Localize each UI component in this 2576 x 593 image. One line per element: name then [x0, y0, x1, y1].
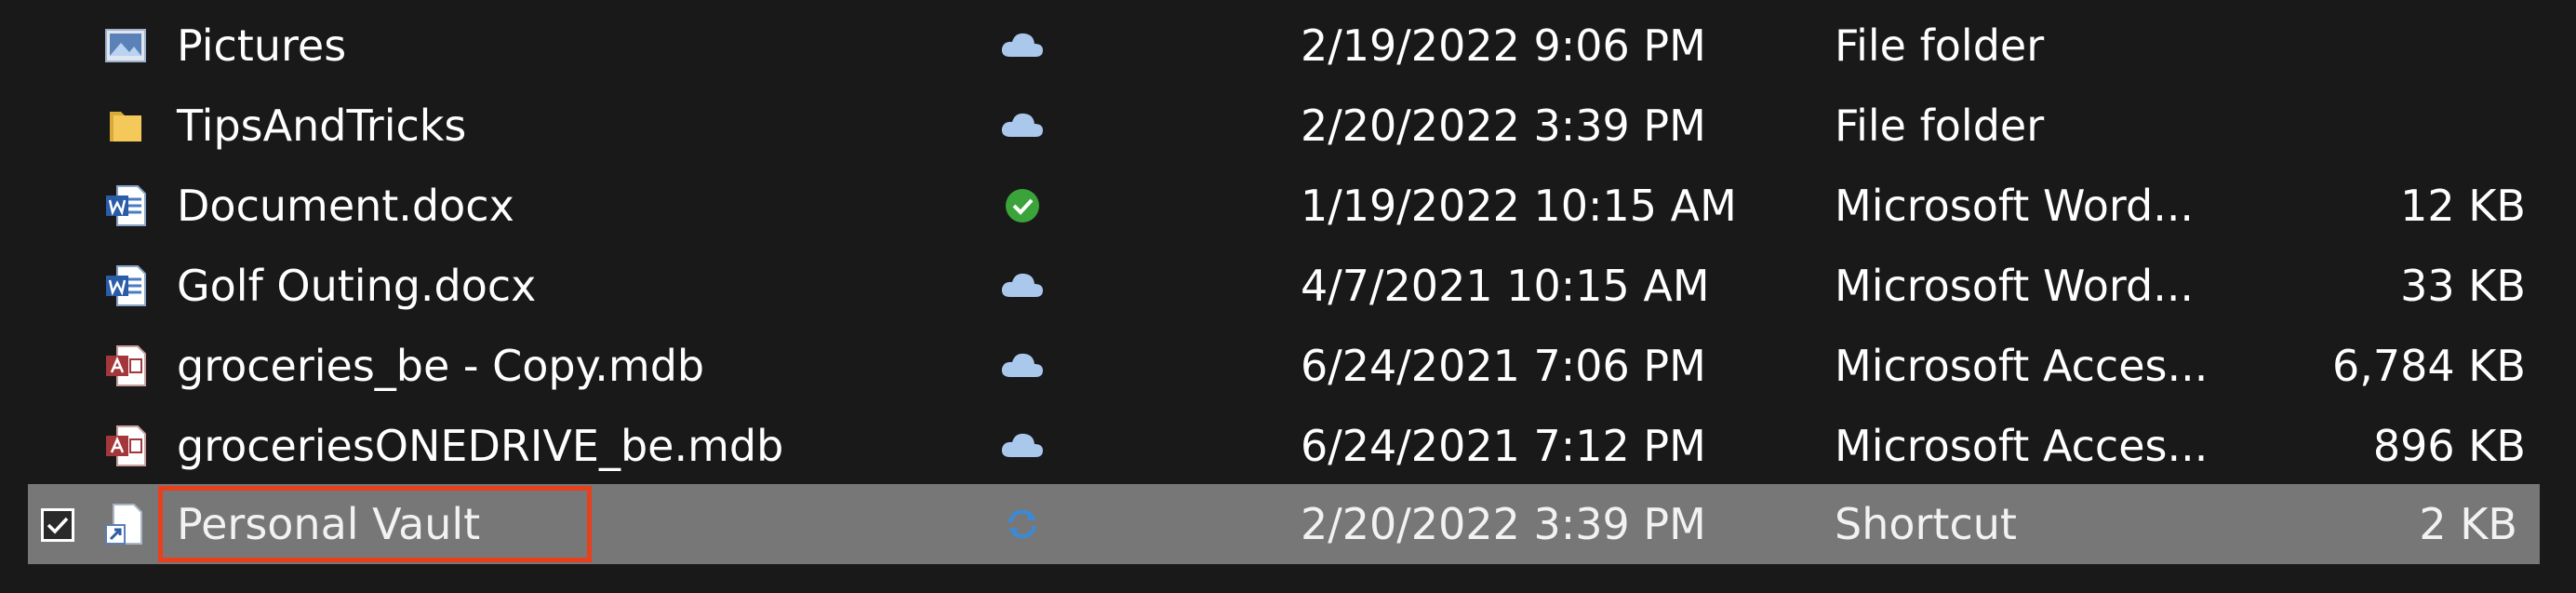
file-size: 33 KB: [2400, 261, 2526, 311]
date-modified: 6/24/2021 7:06 PM: [1301, 341, 1706, 391]
file-name: Pictures: [177, 20, 347, 71]
date-modified: 4/7/2021 10:15 AM: [1301, 261, 1710, 311]
date-modified: 2/20/2022 3:39 PM: [1301, 499, 1706, 549]
file-type: Microsoft Acces...: [1835, 341, 2209, 391]
file-type: Microsoft Acces...: [1835, 421, 2209, 471]
file-type: File folder: [1835, 101, 2045, 151]
shortcut-icon: [105, 504, 142, 545]
access-db-icon: [106, 345, 146, 386]
file-name: Document.docx: [177, 181, 514, 231]
date-modified: 6/24/2021 7:12 PM: [1301, 421, 1706, 471]
date-modified: 1/19/2022 10:15 AM: [1301, 181, 1737, 231]
pictures-folder-icon: [105, 29, 146, 62]
access-db-icon: [106, 425, 146, 466]
cloud-icon: [1001, 353, 1043, 377]
file-type: Microsoft Word...: [1835, 181, 2195, 231]
checkmark-icon: [47, 517, 69, 534]
file-name: Golf Outing.docx: [177, 261, 537, 311]
file-size: 2 KB: [2419, 499, 2517, 549]
file-list: Pictures 2/19/2022 9:06 PM File folder T…: [0, 0, 2576, 593]
sync-icon: [1008, 509, 1036, 539]
file-row[interactable]: groceriesONEDRIVE_be.mdb 6/24/2021 7:12 …: [0, 406, 2576, 486]
folder-icon: [110, 112, 141, 142]
file-type: Shortcut: [1835, 499, 2017, 549]
file-name: groceries_be - Copy.mdb: [177, 341, 705, 391]
annotation-highlight-box: [158, 486, 592, 562]
file-row[interactable]: groceries_be - Copy.mdb 6/24/2021 7:06 P…: [0, 326, 2576, 406]
file-name: groceriesONEDRIVE_be.mdb: [177, 421, 784, 471]
file-size: 12 KB: [2400, 181, 2526, 231]
word-doc-icon: [106, 185, 146, 226]
date-modified: 2/20/2022 3:39 PM: [1301, 101, 1706, 151]
file-name: TipsAndTricks: [177, 101, 467, 151]
file-row[interactable]: Golf Outing.docx 4/7/2021 10:15 AM Micro…: [0, 246, 2576, 326]
cloud-icon: [1001, 433, 1043, 457]
cloud-icon: [1001, 113, 1043, 137]
file-size: 896 KB: [2372, 421, 2526, 471]
file-type: Microsoft Word...: [1835, 261, 2195, 311]
cloud-icon: [1001, 33, 1043, 57]
file-type: File folder: [1835, 20, 2045, 71]
word-doc-icon: [106, 265, 146, 306]
file-row[interactable]: TipsAndTricks 2/20/2022 3:39 PM File fol…: [0, 86, 2576, 166]
date-modified: 2/19/2022 9:06 PM: [1301, 20, 1706, 71]
row-checkbox[interactable]: [41, 508, 74, 542]
available-check-icon: [1006, 189, 1039, 222]
file-size: 6,784 KB: [2331, 341, 2526, 391]
file-row[interactable]: Document.docx 1/19/2022 10:15 AM Microso…: [0, 166, 2576, 246]
cloud-icon: [1001, 273, 1043, 297]
file-row[interactable]: Pictures 2/19/2022 9:06 PM File folder: [0, 6, 2576, 86]
